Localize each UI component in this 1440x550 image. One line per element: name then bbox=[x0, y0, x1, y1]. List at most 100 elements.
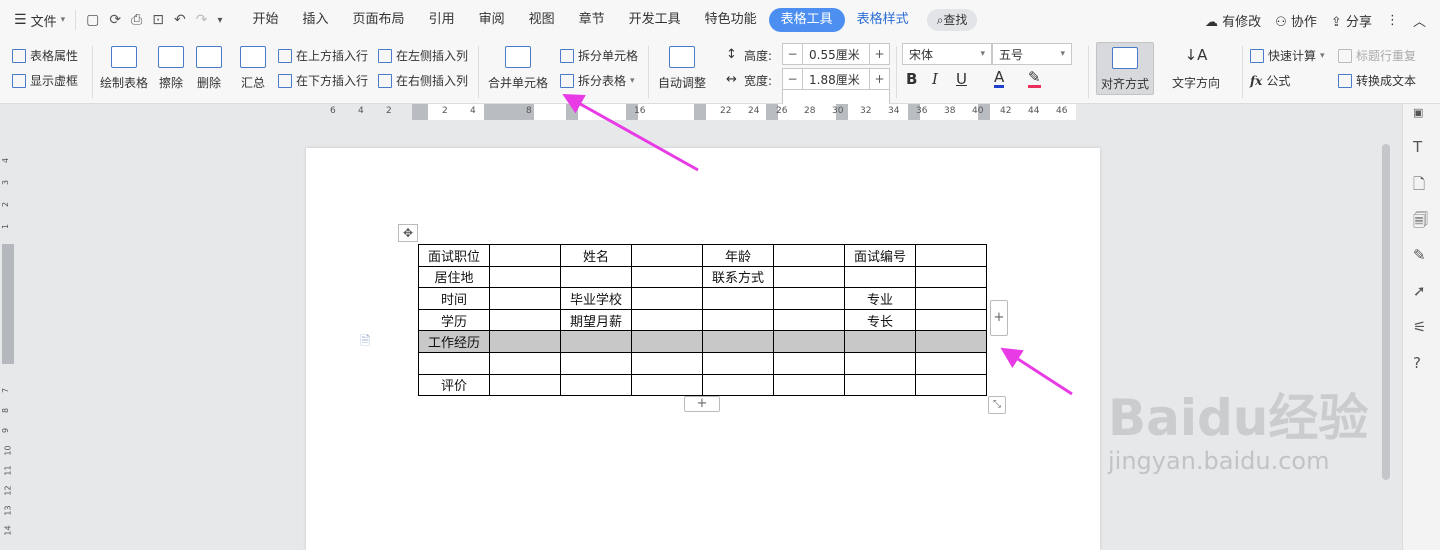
table-cell[interactable] bbox=[560, 265, 632, 289]
top-ruler[interactable]: 6 4 2 2 4 8 16 22 24 26 28 30 32 34 36 3… bbox=[306, 104, 1100, 120]
table-cell[interactable] bbox=[418, 351, 490, 375]
table-cell[interactable] bbox=[489, 308, 561, 332]
insert-row-above-button[interactable]: 在上方插入行 bbox=[278, 47, 368, 64]
table-cell[interactable] bbox=[631, 308, 703, 332]
paragraph-marker-icon[interactable]: 🗎 bbox=[360, 332, 370, 354]
document-info-icon[interactable]: 🗋 bbox=[1413, 174, 1425, 199]
redo-icon[interactable]: ↷ bbox=[196, 12, 208, 28]
height-field[interactable]: −0.55厘米 + bbox=[782, 43, 890, 65]
file-menu[interactable]: ☰ 文件 ▾ bbox=[0, 11, 75, 30]
more-icon[interactable]: ▾ bbox=[217, 15, 222, 26]
table-cell[interactable] bbox=[489, 244, 561, 267]
plus-icon[interactable]: + bbox=[869, 69, 889, 89]
tab-table-style[interactable]: 表格样式 bbox=[845, 8, 921, 32]
tab-table-tools[interactable]: 表格工具 bbox=[768, 8, 845, 32]
tab-layout[interactable]: 页面布局 bbox=[341, 8, 417, 32]
preview-icon[interactable]: ⊡ bbox=[152, 12, 164, 28]
tab-view[interactable]: 视图 bbox=[517, 8, 567, 32]
search-button[interactable]: ⌕查找 bbox=[926, 9, 978, 31]
erase-button[interactable]: 擦除 bbox=[158, 46, 184, 91]
tab-devtools[interactable]: 开发工具 bbox=[617, 8, 693, 32]
table-cell[interactable] bbox=[702, 330, 774, 353]
insert-col-right-button[interactable]: 在右侧插入列 bbox=[378, 72, 468, 89]
merge-cells-button[interactable]: 合并单元格 bbox=[488, 46, 548, 91]
table-cell[interactable]: 专长 bbox=[844, 308, 916, 332]
table-cell[interactable] bbox=[702, 351, 774, 375]
table-cell[interactable] bbox=[489, 265, 561, 289]
insert-row-below-button[interactable]: 在下方插入行 bbox=[278, 72, 368, 89]
table-cell[interactable] bbox=[560, 351, 632, 375]
save-icon[interactable]: ▢ bbox=[86, 12, 99, 28]
tab-insert[interactable]: 插入 bbox=[291, 8, 341, 32]
table-cell[interactable]: 时间 bbox=[418, 287, 490, 310]
tab-start[interactable]: 开始 bbox=[241, 8, 291, 32]
split-cells-button[interactable]: 拆分单元格 bbox=[560, 47, 638, 64]
table-cell[interactable] bbox=[844, 330, 916, 353]
table-cell[interactable] bbox=[631, 265, 703, 289]
table-cell[interactable] bbox=[489, 373, 561, 397]
table-cell[interactable]: 姓名 bbox=[560, 244, 632, 267]
font-size-select[interactable]: 五号 ▾ bbox=[992, 43, 1072, 65]
table-cell[interactable]: 居住地 bbox=[418, 265, 490, 289]
align-button[interactable]: 对齐方式 bbox=[1096, 42, 1155, 95]
table-cell[interactable] bbox=[915, 308, 987, 332]
left-ruler[interactable]: 4 3 2 1 7 8 9 10 11 12 13 14 bbox=[0, 120, 14, 550]
share-button[interactable]: ⇪ 分享 bbox=[1331, 11, 1372, 30]
table-cell[interactable] bbox=[915, 351, 987, 375]
table-cell[interactable]: 面试编号 bbox=[844, 244, 916, 267]
table-cell[interactable] bbox=[702, 287, 774, 310]
table-move-handle[interactable]: ✥ bbox=[398, 224, 418, 242]
table-cell[interactable] bbox=[773, 244, 845, 267]
table-cell[interactable]: 专业 bbox=[844, 287, 916, 310]
table-cell[interactable]: 期望月薪 bbox=[560, 308, 632, 332]
more-options-icon[interactable]: ⋮ bbox=[1386, 13, 1399, 28]
highlight-icon[interactable]: ✎ bbox=[1028, 70, 1041, 88]
table-cell[interactable] bbox=[702, 308, 774, 332]
help-icon[interactable]: ? bbox=[1413, 354, 1421, 372]
table-cell[interactable]: 评价 bbox=[418, 373, 490, 397]
delete-button[interactable]: 删除 bbox=[196, 46, 222, 91]
font-color-icon[interactable]: A bbox=[994, 70, 1005, 88]
table-cell[interactable]: 学历 bbox=[418, 308, 490, 332]
width-field[interactable]: −1.88厘米 + bbox=[782, 68, 890, 90]
table-cell[interactable] bbox=[915, 330, 987, 353]
table-cell[interactable] bbox=[702, 373, 774, 397]
italic-icon[interactable]: I bbox=[932, 70, 938, 88]
convert-to-text-button[interactable]: 转换成文本 bbox=[1338, 72, 1416, 89]
quick-calc-button[interactable]: 快速计算 ▾ bbox=[1250, 47, 1325, 64]
table-cell[interactable] bbox=[915, 373, 987, 397]
insert-col-left-button[interactable]: 在左侧插入列 bbox=[378, 47, 468, 64]
table-cell[interactable]: 年龄 bbox=[702, 244, 774, 267]
table-cell[interactable] bbox=[631, 330, 703, 353]
table-cell[interactable] bbox=[773, 373, 845, 397]
split-table-button[interactable]: 拆分表格 ▾ bbox=[560, 72, 635, 89]
tab-features[interactable]: 特色功能 bbox=[693, 8, 769, 32]
text-direction-button[interactable]: ↓A 文字方向 bbox=[1172, 46, 1220, 91]
underline-icon[interactable]: U bbox=[956, 70, 967, 88]
resize-table-handle[interactable]: ⤡ bbox=[988, 396, 1006, 414]
auto-fit-button[interactable]: 自动调整 bbox=[658, 46, 706, 91]
table-cell[interactable] bbox=[915, 287, 987, 310]
modified-button[interactable]: ☁ 有修改 bbox=[1205, 11, 1261, 30]
add-column-button[interactable]: + bbox=[990, 300, 1008, 336]
print-icon[interactable]: ⎙ bbox=[131, 12, 142, 28]
table-cell[interactable] bbox=[631, 351, 703, 375]
table-cell[interactable] bbox=[844, 351, 916, 375]
collapse-ribbon-icon[interactable]: ︿ bbox=[1413, 11, 1426, 30]
title-repeat-button[interactable]: 标题行重复 bbox=[1338, 47, 1416, 64]
table-cell[interactable] bbox=[631, 287, 703, 310]
sliders-icon[interactable]: ⚟ bbox=[1413, 318, 1426, 336]
table-cell[interactable] bbox=[631, 244, 703, 267]
add-row-button[interactable]: + bbox=[684, 396, 720, 412]
table-cell[interactable] bbox=[773, 287, 845, 310]
table-cell[interactable] bbox=[489, 287, 561, 310]
summary-button[interactable]: 汇总 bbox=[240, 46, 266, 91]
table-cell[interactable] bbox=[773, 330, 845, 353]
table-cell[interactable] bbox=[844, 373, 916, 397]
sidebar-toggle-icon[interactable]: ▣ bbox=[1413, 106, 1423, 119]
table-cell[interactable]: 联系方式 bbox=[702, 265, 774, 289]
vertical-scrollbar[interactable] bbox=[1382, 144, 1390, 480]
tab-chapter[interactable]: 章节 bbox=[567, 8, 617, 32]
table-cell[interactable] bbox=[915, 265, 987, 289]
font-name-select[interactable]: 宋体 ▾ bbox=[902, 43, 992, 65]
